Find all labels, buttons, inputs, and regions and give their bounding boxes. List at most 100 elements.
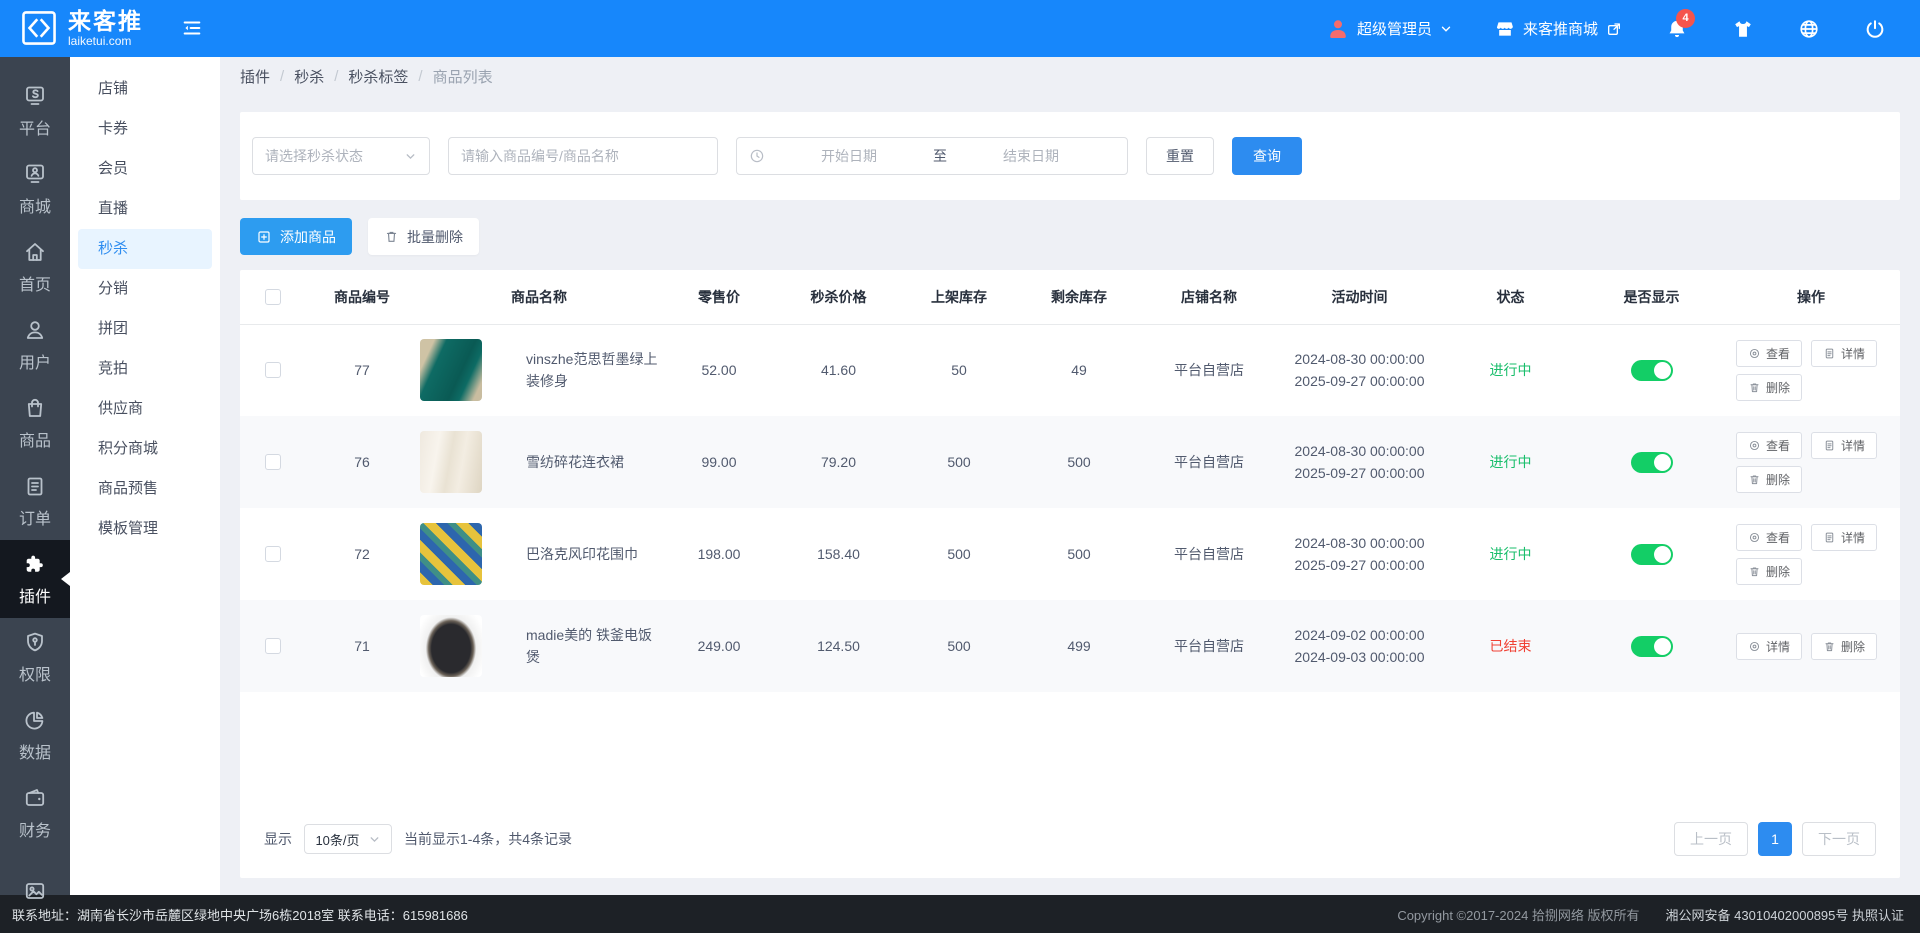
search-button[interactable]: 查询 bbox=[1232, 137, 1302, 175]
notifications-button[interactable]: 4 bbox=[1666, 8, 1695, 40]
visibility-toggle[interactable] bbox=[1630, 451, 1673, 473]
view-button[interactable]: 查看 bbox=[1736, 339, 1803, 367]
secondary-nav-item-template[interactable]: 模板管理 bbox=[70, 509, 220, 549]
row-checkbox[interactable] bbox=[265, 638, 281, 654]
primary-nav-item-order[interactable]: 订单 bbox=[0, 462, 70, 540]
operations: 查看 详情删除 bbox=[1736, 431, 1886, 493]
trash-icon bbox=[386, 231, 397, 242]
visibility-cell bbox=[1581, 416, 1722, 508]
user-menu[interactable]: 超级管理员 bbox=[1326, 17, 1453, 41]
delete-button-label: 删除 bbox=[1766, 472, 1791, 487]
add-product-button[interactable]: 添加商品 bbox=[240, 218, 352, 255]
primary-nav-label-plugin: 插件 bbox=[18, 588, 51, 606]
power-icon bbox=[1866, 19, 1884, 38]
breadcrumb-item[interactable]: 秒杀标签 bbox=[348, 66, 408, 87]
primary-nav-item-mall[interactable]: 商城 bbox=[0, 150, 70, 228]
secondary-nav-item-presale[interactable]: 商品预售 bbox=[70, 469, 220, 509]
secondary-nav-item-groupbuy[interactable]: 拼团 bbox=[70, 309, 220, 349]
page-number-1[interactable]: 1 bbox=[1758, 822, 1792, 856]
primary-nav-item-home[interactable]: 首页 bbox=[0, 228, 70, 306]
seckill-status-select[interactable]: 请选择秒杀状态 bbox=[252, 137, 430, 175]
retail-price: 249.00 bbox=[660, 600, 778, 692]
product-image bbox=[420, 615, 482, 677]
primary-nav-item-platform[interactable]: 平台 bbox=[0, 72, 70, 150]
secondary-nav-item-shop[interactable]: 店铺 bbox=[70, 69, 220, 109]
remaining-stock: 499 bbox=[1019, 600, 1139, 692]
primary-nav-item-finance[interactable]: 财务 bbox=[0, 774, 70, 852]
visibility-toggle[interactable] bbox=[1630, 543, 1673, 565]
per-page-select[interactable]: 10条/页 bbox=[304, 824, 392, 854]
view-button[interactable]: 查看 bbox=[1736, 431, 1803, 459]
primary-nav-item-user[interactable]: 用户 bbox=[0, 306, 70, 384]
logout-button[interactable] bbox=[1864, 18, 1886, 40]
toolbar: 添加商品 批量删除 bbox=[240, 218, 1900, 255]
breadcrumb-separator: / bbox=[280, 67, 285, 85]
avatar-icon bbox=[1330, 19, 1346, 38]
eye-icon bbox=[1748, 439, 1761, 452]
delete-button[interactable]: 删除 bbox=[1736, 465, 1803, 493]
batch-delete-button[interactable]: 批量删除 bbox=[368, 218, 479, 255]
language-button[interactable] bbox=[1798, 18, 1820, 40]
breadcrumb-separator: / bbox=[334, 67, 339, 85]
primary-nav-item-permission[interactable]: 权限 bbox=[0, 618, 70, 696]
status-cell: 进行中 bbox=[1440, 508, 1581, 600]
reset-button[interactable]: 重置 bbox=[1146, 137, 1214, 175]
secondary-nav-item-live[interactable]: 直播 bbox=[70, 189, 220, 229]
row-checkbox[interactable] bbox=[265, 454, 281, 470]
status-badge: 进行中 bbox=[1489, 546, 1532, 562]
activity-end-time: 2025-09-27 00:00:00 bbox=[1294, 373, 1425, 390]
secondary-nav-item-points-mall[interactable]: 积分商城 bbox=[70, 429, 220, 469]
next-page-button[interactable]: 下一页 bbox=[1802, 822, 1876, 856]
detail-button[interactable]: 详情 bbox=[1811, 523, 1878, 551]
product-name-wrap: 巴洛克风印花围巾 bbox=[418, 523, 660, 585]
breadcrumb-item[interactable]: 秒杀 bbox=[294, 66, 324, 87]
secondary-nav-item-auction[interactable]: 竞拍 bbox=[70, 349, 220, 389]
primary-nav-label-permission: 权限 bbox=[18, 666, 51, 684]
column-header: 状态 bbox=[1440, 270, 1581, 325]
primary-nav-item-goods[interactable]: 商品 bbox=[0, 384, 70, 462]
delete-button[interactable]: 删除 bbox=[1736, 373, 1803, 401]
product-name-cell: 巴洛克风印花围巾 bbox=[418, 508, 660, 600]
primary-nav-item-media[interactable] bbox=[0, 852, 70, 930]
theme-button[interactable] bbox=[1732, 18, 1754, 40]
secondary-nav-item-coupon[interactable]: 卡券 bbox=[70, 109, 220, 149]
topbar-right: 超级管理员 来客推商城 4 bbox=[1326, 8, 1920, 41]
filter-bar: 请选择秒杀状态 开始日期 至 结束日期 重置 查询 bbox=[240, 112, 1900, 200]
select-all-header bbox=[240, 270, 306, 325]
delete-button[interactable]: 删除 bbox=[1811, 632, 1878, 660]
select-all-checkbox[interactable] bbox=[265, 288, 281, 305]
keyword-input[interactable] bbox=[448, 137, 718, 175]
breadcrumb-item[interactable]: 插件 bbox=[240, 66, 270, 87]
operations-line: 查看 详情 bbox=[1736, 523, 1878, 551]
detail-button-label: 详情 bbox=[1841, 438, 1866, 453]
detail-button[interactable]: 详情 bbox=[1811, 339, 1878, 367]
date-range-picker[interactable]: 开始日期 至 结束日期 bbox=[736, 137, 1128, 175]
visibility-toggle[interactable] bbox=[1630, 635, 1673, 657]
row-checkbox[interactable] bbox=[265, 546, 281, 562]
row-checkbox[interactable] bbox=[265, 362, 281, 379]
delete-button[interactable]: 删除 bbox=[1736, 557, 1803, 585]
secondary-nav-item-supplier[interactable]: 供应商 bbox=[70, 389, 220, 429]
shop-link[interactable]: 来客推商城 bbox=[1495, 18, 1622, 39]
breadcrumb: 插件 / 秒杀 / 秒杀标签 / 商品列表 bbox=[240, 57, 1900, 95]
primary-nav-item-data[interactable]: 数据 bbox=[0, 696, 70, 774]
secondary-nav-item-distribution[interactable]: 分销 bbox=[70, 269, 220, 309]
visibility-toggle[interactable] bbox=[1630, 359, 1673, 381]
operations-cell: 查看 详情 删除 bbox=[1722, 324, 1900, 416]
doc-icon bbox=[1823, 531, 1836, 544]
detail-button[interactable]: 详情 bbox=[1811, 431, 1878, 459]
secondary-nav-item-member[interactable]: 会员 bbox=[70, 149, 220, 189]
shop-name: 平台自营店 bbox=[1139, 416, 1279, 508]
secondary-nav-item-seckill[interactable]: 秒杀 bbox=[78, 229, 212, 269]
activity-start-time: 2024-09-02 00:00:00 bbox=[1294, 627, 1425, 643]
pagination-right: 上一页 1 下一页 bbox=[1674, 822, 1876, 856]
footer-police-record[interactable]: 湘公网安备 43010402000895号 执照认证 bbox=[1666, 905, 1904, 924]
sidebar-collapse-icon[interactable] bbox=[181, 17, 203, 39]
view-button[interactable]: 查看 bbox=[1736, 523, 1803, 551]
goods-icon bbox=[23, 396, 47, 420]
product-name: 巴洛克风印花围巾 bbox=[526, 546, 638, 562]
detail-button[interactable]: 详情 bbox=[1736, 632, 1803, 660]
doc-icon bbox=[1823, 347, 1836, 360]
prev-page-button[interactable]: 上一页 bbox=[1674, 822, 1748, 856]
status-cell: 进行中 bbox=[1440, 416, 1581, 508]
